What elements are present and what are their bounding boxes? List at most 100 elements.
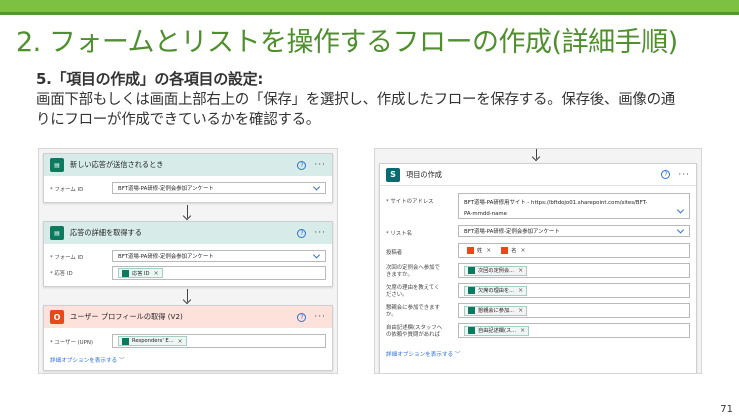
free-text-field[interactable]: 自由記述欄(ス... × (458, 323, 690, 338)
absence-reason-label: 欠席の理由を教えてく ださい。 (386, 285, 440, 298)
chevron-down-icon: ﹀ (118, 358, 125, 364)
trigger-card-title: 新しい応答が送信されるとき (70, 160, 164, 169)
first-name-token[interactable]: 名 × (498, 246, 528, 256)
show-advanced-options-link[interactable]: 詳細オプションを表示する ﹀ (50, 356, 125, 364)
forms-icon: ▤ (50, 158, 64, 172)
remove-token-icon[interactable]: × (178, 338, 183, 345)
responders-email-token[interactable]: Responders' E... × (118, 336, 187, 346)
more-options-icon[interactable]: ··· (314, 228, 326, 238)
create-item-card-header[interactable]: S 項目の作成 ? ··· (380, 164, 696, 186)
form-id-label: * フォーム ID (50, 255, 84, 261)
last-name-token-label: 姓 (477, 248, 483, 254)
responders-email-token-label: Responders' E... (132, 338, 174, 344)
forms-icon (122, 269, 129, 277)
form-id-value: BFT道場-PA研修-定例会参加アンケート (118, 254, 214, 260)
right-flow-screenshot: S 項目の作成 ? ··· * サイトのアドレス BFT道場-PA研修用サイト … (374, 148, 702, 374)
chevron-down-icon (312, 251, 321, 259)
show-advanced-options-link[interactable]: 詳細オプションを表示する ﹀ (386, 350, 461, 358)
free-text-token[interactable]: 自由記述欄(ス... × (464, 325, 530, 336)
absence-reason-token-label: 欠席の理由を... (478, 288, 515, 294)
forms-icon (468, 267, 475, 274)
social-event-token-label: 懇親会に参加... (478, 308, 515, 314)
left-flow-screenshot: ▤ 新しい応答が送信されるとき ? ··· * フォーム ID BFT道場-PA… (38, 148, 338, 374)
remove-token-icon[interactable]: × (154, 270, 159, 277)
next-meeting-token[interactable]: 次回の定例会... × (464, 265, 528, 276)
flow-arrow-1 (187, 205, 188, 218)
help-icon[interactable]: ? (661, 170, 671, 179)
office365-icon: O (50, 310, 64, 324)
help-icon[interactable]: ? (297, 228, 307, 238)
free-text-token-label: 自由記述欄(ス... (478, 328, 517, 334)
user-profile-card-title: ユーザー プロフィールの取得 (V2) (70, 312, 183, 321)
remove-token-icon[interactable]: × (518, 267, 523, 274)
last-name-token[interactable]: 姓 × (464, 246, 494, 256)
get-response-card[interactable]: ▤ 応答の詳細を取得する ? ··· * フォーム ID BFT道場-PA研修-… (43, 221, 333, 287)
next-meeting-field[interactable]: 次回の定例会... × (458, 263, 690, 278)
user-profile-card[interactable]: O ユーザー プロフィールの取得 (V2) ? ··· * ユーザー (UPN)… (43, 305, 333, 371)
absence-reason-token[interactable]: 欠席の理由を... × (464, 285, 528, 296)
first-name-token-label: 名 (511, 248, 517, 254)
absence-reason-field[interactable]: 欠席の理由を... × (458, 283, 690, 298)
top-accent-bar-shadow (0, 12, 739, 15)
chevron-down-icon (312, 183, 321, 191)
forms-icon (468, 307, 475, 314)
social-event-field[interactable]: 懇親会に参加... × (458, 303, 690, 318)
author-field[interactable]: 姓 × 名 × (458, 243, 690, 258)
forms-icon (468, 327, 475, 334)
form-id-label: * フォーム ID (50, 187, 84, 193)
remove-token-icon[interactable]: × (518, 287, 523, 294)
form-id-dropdown[interactable]: BFT道場-PA研修-定例会参加アンケート (112, 250, 326, 262)
forms-icon: ▤ (50, 226, 64, 240)
social-event-label: 懇親会に参加できます か。 (386, 305, 440, 318)
site-address-dropdown[interactable]: BFT道場-PA研修用サイト - https://bftdojo01.share… (458, 193, 690, 219)
remove-token-icon[interactable]: × (486, 247, 491, 254)
slide-title: 2. フォームとリストを操作するフローの作成(詳細手順) (16, 27, 678, 58)
form-id-value: BFT道場-PA研修-定例会参加アンケート (118, 186, 214, 192)
form-id-dropdown[interactable]: BFT道場-PA研修-定例会参加アンケート (112, 182, 326, 194)
next-meeting-token-label: 次回の定例会... (478, 268, 515, 274)
user-profile-card-header[interactable]: O ユーザー プロフィールの取得 (V2) ? ··· (44, 306, 332, 328)
chevron-down-icon: ﹀ (454, 352, 461, 358)
chevron-down-icon (676, 226, 685, 234)
user-upn-field[interactable]: Responders' E... × (112, 334, 326, 348)
author-label: 投稿者 (386, 250, 403, 256)
top-accent-bar (0, 0, 739, 12)
site-address-value-line2: PA-mmdd-name (464, 211, 507, 217)
flow-arrow-top (536, 149, 537, 159)
user-upn-label: * ユーザー (UPN) (50, 340, 94, 346)
sub-heading: 5.「項目の作成」の各項目の設定: (36, 70, 264, 88)
help-icon[interactable]: ? (297, 160, 307, 170)
flow-arrow-2 (187, 289, 188, 302)
trigger-card-header[interactable]: ▤ 新しい応答が送信されるとき ? ··· (44, 154, 332, 176)
body-text: 画面下部もしくは画面上部右上の「保存」を選択し、作成したフローを保存する。保存後… (36, 92, 675, 128)
forms-icon (122, 337, 129, 345)
more-options-icon[interactable]: ··· (678, 170, 690, 180)
site-address-label: * サイトのアドレス (386, 199, 434, 205)
create-item-card[interactable]: S 項目の作成 ? ··· * サイトのアドレス BFT道場-PA研修用サイト … (379, 163, 697, 373)
help-icon[interactable]: ? (297, 312, 307, 322)
response-id-token-label: 応答 ID (132, 270, 150, 277)
next-meeting-label: 次回の定例会へ参加で きますか。 (386, 265, 440, 278)
office365-icon (501, 247, 509, 254)
remove-token-icon[interactable]: × (520, 327, 525, 334)
office365-icon (467, 247, 474, 254)
trigger-card[interactable]: ▤ 新しい応答が送信されるとき ? ··· * フォーム ID BFT道場-PA… (43, 153, 333, 203)
get-response-card-title: 応答の詳細を取得する (70, 228, 142, 237)
response-id-label: * 応答 ID (50, 271, 73, 277)
social-event-token[interactable]: 懇親会に参加... × (464, 305, 528, 316)
page-number: 71 (720, 404, 733, 415)
more-options-icon[interactable]: ··· (314, 160, 326, 170)
forms-icon (468, 287, 475, 294)
list-name-value: BFT道場-PA研修-定例会参加アンケート (464, 229, 560, 235)
site-address-value-line1: BFT道場-PA研修用サイト - https://bftdojo01.share… (464, 200, 648, 206)
response-id-token[interactable]: 応答 ID × (118, 268, 163, 278)
free-text-label: 自由記述欄(スタッフへ の依頼や質問があれば (386, 325, 443, 338)
list-name-label: * リスト名 (386, 231, 412, 237)
more-options-icon[interactable]: ··· (314, 312, 326, 322)
remove-token-icon[interactable]: × (520, 247, 525, 254)
create-item-card-title: 項目の作成 (406, 169, 442, 179)
remove-token-icon[interactable]: × (518, 307, 523, 314)
response-id-field[interactable]: 応答 ID × (112, 266, 326, 280)
list-name-dropdown[interactable]: BFT道場-PA研修-定例会参加アンケート (458, 225, 690, 237)
get-response-card-header[interactable]: ▤ 応答の詳細を取得する ? ··· (44, 222, 332, 244)
